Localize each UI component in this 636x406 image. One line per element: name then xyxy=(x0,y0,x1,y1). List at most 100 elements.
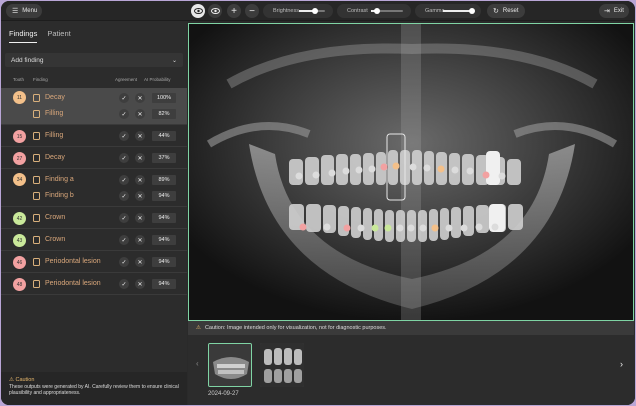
contrast-knob[interactable] xyxy=(374,8,381,14)
eye-icon xyxy=(193,8,203,14)
disagree-button[interactable]: ✕ xyxy=(135,131,145,141)
finding-row[interactable]: Crown ✓ ✕ 94% xyxy=(1,210,187,226)
gamma-slider[interactable] xyxy=(443,8,475,14)
close-icon: ✕ xyxy=(137,177,143,184)
panoramic-xray-image xyxy=(189,24,633,320)
agree-button[interactable]: ✓ xyxy=(119,109,129,119)
finding-group[interactable]: 46 Periodontal lesion ✓ ✕ 94% xyxy=(1,252,187,273)
zoom-out-button[interactable]: − xyxy=(245,4,259,18)
finding-row[interactable]: Decay ✓ ✕ 100% xyxy=(1,90,187,106)
finding-icon xyxy=(33,192,40,200)
disagree-button[interactable]: ✕ xyxy=(135,93,145,103)
warning-icon: ⚠ xyxy=(9,377,14,383)
tab-findings[interactable]: Findings xyxy=(9,29,38,43)
brightness-slider[interactable] xyxy=(299,8,325,14)
close-icon: ✕ xyxy=(137,215,143,222)
disagree-button[interactable]: ✕ xyxy=(135,257,145,267)
agree-button[interactable]: ✓ xyxy=(119,191,129,201)
show-findings-toggle[interactable] xyxy=(191,4,205,18)
caution-text: These outputs were generated by AI. Care… xyxy=(9,384,179,396)
agree-button[interactable]: ✓ xyxy=(119,131,129,141)
intraoral-thumbnail-image xyxy=(260,343,304,387)
disagree-button[interactable]: ✕ xyxy=(135,153,145,163)
brightness-knob[interactable] xyxy=(311,8,318,14)
brightness-label: Brightness xyxy=(273,8,299,14)
ai-probability: 94% xyxy=(152,191,176,201)
agree-button[interactable]: ✓ xyxy=(119,213,129,223)
finding-row[interactable]: Decay ✓ ✕ 37% xyxy=(1,150,187,166)
col-tooth: Tooth xyxy=(13,77,25,82)
ai-probability: 37% xyxy=(152,153,176,163)
contrast-slider[interactable] xyxy=(371,8,403,14)
finding-icon xyxy=(33,110,40,118)
agree-button[interactable]: ✓ xyxy=(119,235,129,245)
menu-button[interactable]: ☰ Menu xyxy=(6,4,42,18)
ai-probability: 89% xyxy=(152,175,176,185)
finding-label: Decay xyxy=(45,154,65,161)
finding-icon xyxy=(33,214,40,222)
finding-row[interactable]: Crown ✓ ✕ 94% xyxy=(1,232,187,248)
finding-group[interactable]: 43 Crown ✓ ✕ 94% xyxy=(1,230,187,251)
zoom-in-button[interactable]: + xyxy=(227,4,241,18)
disagree-button[interactable]: ✕ xyxy=(135,213,145,223)
reset-label: Reset xyxy=(502,8,519,14)
agree-button[interactable]: ✓ xyxy=(119,153,129,163)
chevron-left-icon[interactable]: ‹ xyxy=(196,359,199,368)
close-icon: ✕ xyxy=(137,111,143,118)
agree-button[interactable]: ✓ xyxy=(119,257,129,267)
caution-title: Caution xyxy=(15,377,35,383)
chevron-right-icon[interactable]: › xyxy=(620,359,623,369)
finding-group[interactable]: 15 Filling ✓ ✕ 44% xyxy=(1,126,187,147)
finding-label: Finding a xyxy=(45,176,74,183)
close-icon: ✕ xyxy=(137,281,143,288)
finding-icon xyxy=(33,132,40,140)
ai-probability: 44% xyxy=(152,131,176,141)
brightness-control: Brightness xyxy=(263,4,333,18)
finding-group[interactable]: 34 Finding a ✓ ✕ 89% Finding b ✓ ✕ 94% xyxy=(1,170,187,207)
reset-button[interactable]: ↻ Reset xyxy=(487,4,525,18)
disagree-button[interactable]: ✕ xyxy=(135,191,145,201)
finding-row[interactable]: Filling ✓ ✕ 82% xyxy=(1,106,187,122)
ai-probability: 94% xyxy=(152,235,176,245)
finding-row[interactable]: Periodontal lesion ✓ ✕ 94% xyxy=(1,254,187,270)
xray-thumbnail[interactable] xyxy=(208,343,252,387)
finding-row[interactable]: Filling ✓ ✕ 44% xyxy=(1,128,187,144)
finding-row[interactable]: Finding a ✓ ✕ 89% xyxy=(1,172,187,188)
exit-button[interactable]: ⇥ Exit xyxy=(599,4,629,18)
check-icon: ✓ xyxy=(121,259,127,266)
finding-group[interactable]: 42 Crown ✓ ✕ 94% xyxy=(1,208,187,229)
chevron-down-icon: ⌄ xyxy=(171,57,177,64)
finding-icon xyxy=(33,94,40,102)
add-finding-select[interactable]: Add finding ⌄ xyxy=(5,53,183,67)
gamma-label: Gamma xyxy=(425,8,445,14)
show-labels-toggle[interactable] xyxy=(208,4,222,18)
gamma-control: Gamma xyxy=(415,4,481,18)
finding-group[interactable]: 11 Decay ✓ ✕ 100% Filling ✓ ✕ 82% xyxy=(1,88,187,125)
disagree-button[interactable]: ✕ xyxy=(135,279,145,289)
app-window: ☰ Menu + − Brightness Contrast Gamma ↻ R… xyxy=(1,1,635,405)
finding-group[interactable]: 27 Decay ✓ ✕ 37% xyxy=(1,148,187,169)
agree-button[interactable]: ✓ xyxy=(119,93,129,103)
gamma-knob[interactable] xyxy=(468,8,475,14)
finding-label: Filling xyxy=(45,110,64,117)
tab-patient[interactable]: Patient xyxy=(47,29,70,43)
finding-label: Filling xyxy=(45,132,64,139)
finding-row[interactable]: Finding b ✓ ✕ 94% xyxy=(1,188,187,204)
col-finding: Finding xyxy=(33,77,48,82)
agree-button[interactable]: ✓ xyxy=(119,279,129,289)
finding-label: Crown xyxy=(45,236,66,243)
close-icon: ✕ xyxy=(137,155,143,162)
close-icon: ✕ xyxy=(137,133,143,140)
disagree-button[interactable]: ✕ xyxy=(135,235,145,245)
finding-row[interactable]: Periodontal lesion ✓ ✕ 94% xyxy=(1,276,187,292)
finding-icon xyxy=(33,258,40,266)
finding-label: Crown xyxy=(45,214,66,221)
disagree-button[interactable]: ✕ xyxy=(135,109,145,119)
disagree-button[interactable]: ✕ xyxy=(135,175,145,185)
xray-thumbnail[interactable] xyxy=(260,343,304,387)
xray-viewer[interactable] xyxy=(188,23,634,321)
agree-button[interactable]: ✓ xyxy=(119,175,129,185)
viewer-caution-text: Caution: Image intended only for visuali… xyxy=(204,325,387,331)
exit-label: Exit xyxy=(613,8,624,14)
finding-group[interactable]: 48 Periodontal lesion ✓ ✕ 94% xyxy=(1,274,187,295)
